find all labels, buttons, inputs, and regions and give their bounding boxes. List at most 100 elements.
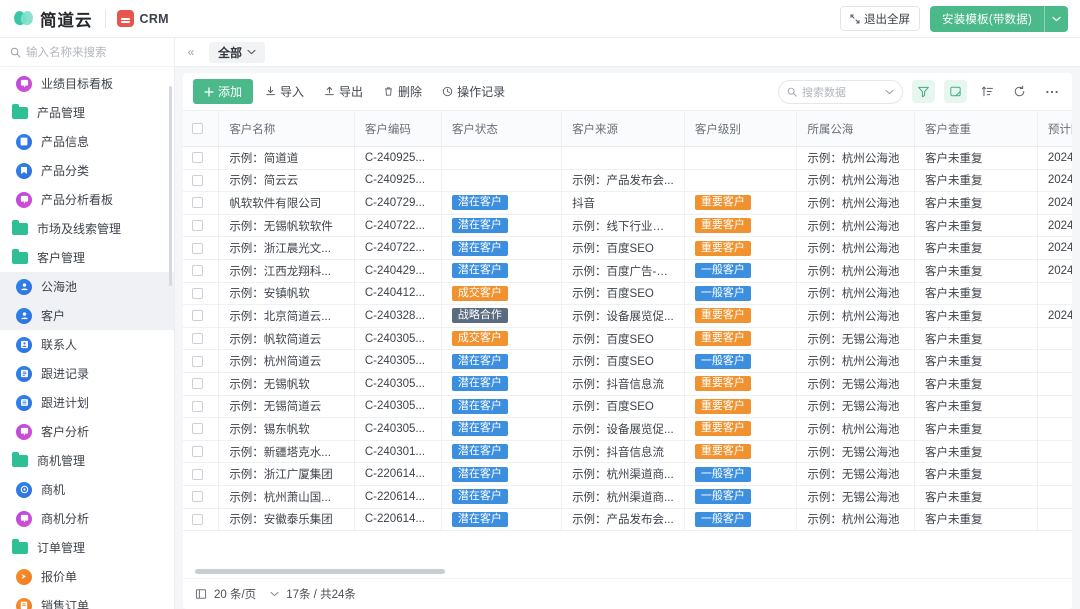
chevron-down-icon[interactable] xyxy=(885,89,894,95)
table-row[interactable]: 示例：锡东帆软C-240305...潜在客户示例：设备展览促...重要客户示例：… xyxy=(183,418,1072,441)
column-header-source[interactable]: 客户来源 xyxy=(562,111,685,147)
list-density-icon[interactable] xyxy=(195,588,207,600)
row-checkbox[interactable] xyxy=(192,469,203,480)
filter-button[interactable] xyxy=(912,80,935,103)
sidebar-item-0[interactable]: 业绩目标看板 xyxy=(0,69,174,98)
row-checkbox[interactable] xyxy=(192,423,203,434)
clock-icon xyxy=(442,86,453,97)
table-row[interactable]: 示例：无锡简道云C-240305...潜在客户示例：百度SEO重要客户示例：无锡… xyxy=(183,395,1072,418)
horizontal-scrollbar-thumb[interactable] xyxy=(195,569,445,574)
table-scroll-area[interactable]: 客户名称 客户编码 客户状态 客户来源 客户级别 所属公海 客户查重 预计回收时… xyxy=(183,110,1072,567)
exit-fullscreen-button[interactable]: 退出全屏 xyxy=(840,6,920,31)
sidebar-item-8[interactable]: 客户 xyxy=(0,301,174,330)
view-tab-all[interactable]: 全部 xyxy=(209,42,265,63)
row-checkbox[interactable] xyxy=(192,401,203,412)
table-row[interactable]: 示例：江西龙翔科...C-240429...潜在客户示例：百度广告-SEM一般客… xyxy=(183,259,1072,282)
select-all-checkbox[interactable] xyxy=(192,123,203,134)
collapse-sidebar-icon[interactable]: « xyxy=(183,44,199,60)
sidebar-item-17[interactable]: 报价单 xyxy=(0,562,174,591)
sidebar-item-label: 产品管理 xyxy=(37,104,85,121)
column-header-dup[interactable]: 客户查重 xyxy=(915,111,1038,147)
row-checkbox[interactable] xyxy=(192,514,203,525)
jiandaoyun-logo-icon xyxy=(14,9,33,28)
sidebar-search[interactable]: 输入名称来搜索 xyxy=(0,38,174,67)
sidebar-item-14[interactable]: 商机 xyxy=(0,475,174,504)
search-data-input[interactable]: 搜索数据 xyxy=(778,80,903,104)
table-row[interactable]: 示例：浙江晨光文...C-240722...潜在客户示例：百度SEO重要客户示例… xyxy=(183,237,1072,260)
table-row[interactable]: 示例：帆软简道云C-240305...成交客户示例：百度SEO重要客户示例：无锡… xyxy=(183,327,1072,350)
table-row[interactable]: 示例：杭州萧山国...C-220614...潜在客户示例：杭州渠道商...一般客… xyxy=(183,485,1072,508)
sidebar-item-9[interactable]: 联系人 xyxy=(0,330,174,359)
cell-pool: 示例：杭州公海池 xyxy=(797,282,915,305)
more-button[interactable] xyxy=(1040,80,1063,103)
cell-name: 示例：新疆塔克水... xyxy=(219,440,355,463)
row-checkbox[interactable] xyxy=(192,446,203,457)
app-chip-crm[interactable]: CRM xyxy=(117,10,169,27)
row-checkbox[interactable] xyxy=(192,175,203,186)
sidebar-item-3[interactable]: 产品分类 xyxy=(0,156,174,185)
row-checkbox[interactable] xyxy=(192,265,203,276)
column-header-name[interactable]: 客户名称 xyxy=(219,111,355,147)
cell-dup: 客户未重复 xyxy=(915,214,1038,237)
sidebar-item-2[interactable]: 产品信息 xyxy=(0,127,174,156)
top-bar: 简道云 CRM 退出全屏 安装模板(带数据) xyxy=(0,0,1080,38)
row-checkbox[interactable] xyxy=(192,152,203,163)
install-template-button[interactable]: 安装模板(带数据) xyxy=(930,6,1044,32)
row-checkbox[interactable] xyxy=(192,310,203,321)
row-checkbox[interactable] xyxy=(192,220,203,231)
row-checkbox[interactable] xyxy=(192,243,203,254)
delete-button[interactable]: 删除 xyxy=(375,79,430,104)
row-select-cell xyxy=(183,282,219,305)
install-template-dropdown-button[interactable] xyxy=(1044,6,1068,32)
refresh-button[interactable] xyxy=(1008,80,1031,103)
sidebar-item-12[interactable]: 客户分析 xyxy=(0,417,174,446)
column-header-level[interactable]: 客户级别 xyxy=(684,111,797,147)
table-row[interactable]: 示例：无锡帆软C-240305...潜在客户示例：抖音信息流重要客户示例：无锡公… xyxy=(183,372,1072,395)
sidebar-item-13[interactable]: 商机管理 xyxy=(0,446,174,475)
sort-button[interactable] xyxy=(976,80,999,103)
table-row[interactable]: 示例：简道道C-240925...示例：杭州公海池客户未重复2024-12-24… xyxy=(183,147,1072,170)
import-button[interactable]: 导入 xyxy=(257,79,312,104)
row-checkbox[interactable] xyxy=(192,288,203,299)
table-row[interactable]: 示例：安徽泰乐集团C-220614...潜在客户示例：产品发布会...一般客户示… xyxy=(183,508,1072,531)
table-row[interactable]: 示例：新疆塔克水...C-240301...潜在客户示例：抖音信息流重要客户示例… xyxy=(183,440,1072,463)
row-checkbox[interactable] xyxy=(192,491,203,502)
table-row[interactable]: 帆软软件有限公司C-240729...潜在客户抖音重要客户示例：杭州公海池客户未… xyxy=(183,192,1072,215)
sidebar-item-6[interactable]: 客户管理 xyxy=(0,243,174,272)
row-checkbox[interactable] xyxy=(192,197,203,208)
sidebar-item-1[interactable]: 产品管理 xyxy=(0,98,174,127)
status-badge: 潜在客户 xyxy=(452,241,508,256)
cell-code: C-240305... xyxy=(354,372,441,395)
table-row[interactable]: 示例：简云云C-240925...示例：产品发布会...示例：杭州公海池客户未重… xyxy=(183,169,1072,192)
horizontal-scrollbar[interactable] xyxy=(183,567,1072,578)
row-checkbox[interactable] xyxy=(192,378,203,389)
table-row[interactable]: 示例：北京简道云...C-240328...战略合作示例：设备展览促...重要客… xyxy=(183,305,1072,328)
column-header-pool[interactable]: 所属公海 xyxy=(797,111,915,147)
table-row[interactable]: 示例：安镇帆软C-240412...成交客户示例：百度SEO一般客户示例：杭州公… xyxy=(183,282,1072,305)
sidebar-item-18[interactable]: 销售订单 xyxy=(0,591,174,609)
operation-log-button[interactable]: 操作记录 xyxy=(434,79,513,104)
column-header-recycle[interactable]: 预计回收时间 xyxy=(1037,111,1072,147)
row-checkbox[interactable] xyxy=(192,333,203,344)
brand-name: 简道云 xyxy=(40,7,93,31)
sidebar-item-5[interactable]: 市场及线索管理 xyxy=(0,214,174,243)
table-row[interactable]: 示例：杭州简道云C-240305...潜在客户示例：百度SEO一般客户示例：杭州… xyxy=(183,350,1072,373)
row-checkbox[interactable] xyxy=(192,356,203,367)
card-view-button[interactable] xyxy=(944,80,967,103)
table-row[interactable]: 示例：浙江广厦集团C-220614...潜在客户示例：杭州渠道商...一般客户示… xyxy=(183,463,1072,486)
page-size-select[interactable]: 20 条/页 xyxy=(214,586,279,602)
sidebar-item-16[interactable]: 订单管理 xyxy=(0,533,174,562)
column-header-state[interactable]: 客户状态 xyxy=(441,111,561,147)
column-header-code[interactable]: 客户编码 xyxy=(354,111,441,147)
sidebar-item-4[interactable]: 产品分析看板 xyxy=(0,185,174,214)
table-row[interactable]: 示例：无锡帆软软件C-240722...潜在客户示例：线下行业沙龙重要客户示例：… xyxy=(183,214,1072,237)
sidebar-item-10[interactable]: 跟进记录 xyxy=(0,359,174,388)
brand[interactable]: 简道云 xyxy=(14,7,93,31)
cell-level: 重要客户 xyxy=(684,192,797,215)
sidebar-item-7[interactable]: 公海池 xyxy=(0,272,174,301)
sidebar-item-15[interactable]: 商机分析 xyxy=(0,504,174,533)
add-button[interactable]: 添加 xyxy=(193,79,253,104)
export-button[interactable]: 导出 xyxy=(316,79,371,104)
sidebar-item-11[interactable]: 跟进计划 xyxy=(0,388,174,417)
sidebar-scrollbar[interactable] xyxy=(169,86,172,286)
